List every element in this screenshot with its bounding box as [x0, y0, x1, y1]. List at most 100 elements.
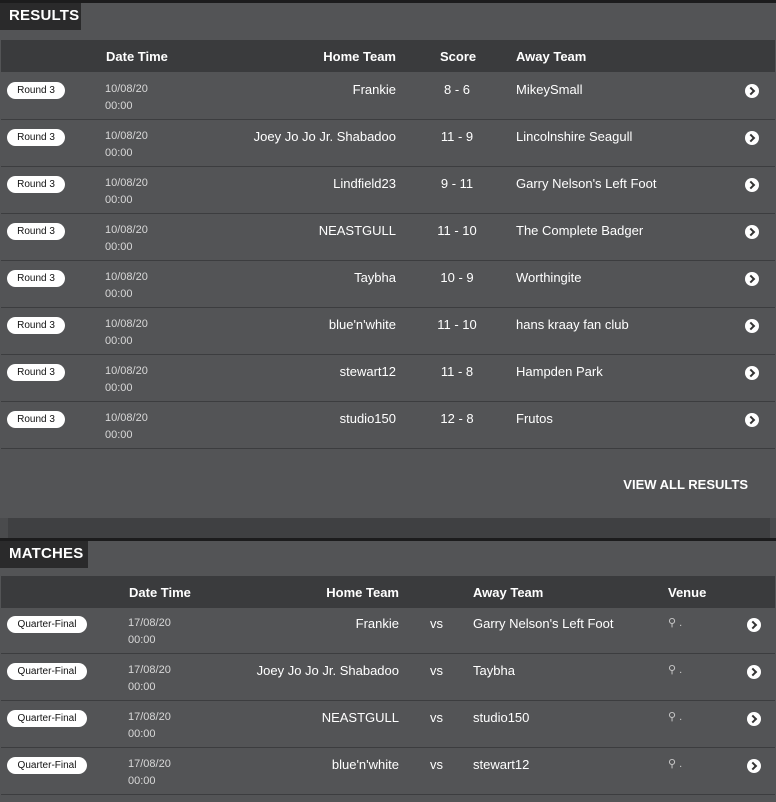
match-datetime: 10/08/20 00:00	[105, 128, 148, 162]
header-date-time: Date Time	[106, 49, 168, 64]
chevron-right-circle-icon[interactable]	[747, 665, 761, 679]
chevron-right-circle-icon[interactable]	[745, 413, 759, 427]
result-row[interactable]: Round 3 10/08/20 00:00 stewart12 11 - 8 …	[1, 356, 775, 402]
header-date-time: Date Time	[129, 585, 191, 600]
venue-cell: ⚲ .	[668, 757, 682, 770]
round-badge: Round 3	[7, 82, 65, 99]
header-away-team: Away Team	[516, 49, 587, 64]
score: 11 - 8	[440, 364, 474, 379]
result-row[interactable]: Round 3 10/08/20 00:00 Joey Jo Jo Jr. Sh…	[1, 121, 775, 167]
home-team: Taybha	[354, 270, 396, 285]
map-pin-icon: ⚲	[668, 711, 677, 723]
map-pin-icon: ⚲	[668, 617, 677, 629]
score: 11 - 9	[440, 129, 474, 144]
round-badge: Quarter-Final	[7, 663, 87, 680]
away-team: hans kraay fan club	[516, 317, 629, 332]
match-date: 17/08/20	[128, 758, 171, 770]
away-team: Garry Nelson's Left Foot	[473, 616, 614, 631]
match-date: 17/08/20	[128, 664, 171, 676]
home-team: blue'n'white	[328, 317, 396, 332]
chevron-right-circle-icon[interactable]	[745, 131, 759, 145]
venue-name: .	[679, 711, 683, 723]
match-row[interactable]: Quarter-Final 17/08/20 00:00 Frankie vs …	[1, 608, 775, 654]
header-venue: Venue	[668, 585, 707, 600]
vs-label: vs	[430, 616, 443, 631]
score: 12 - 8	[440, 411, 474, 426]
round-badge: Quarter-Final	[7, 757, 87, 774]
match-time: 00:00	[105, 382, 133, 394]
match-time: 00:00	[105, 241, 133, 253]
away-team: Worthingite	[516, 270, 582, 285]
match-date: 10/08/20	[105, 83, 148, 95]
match-datetime: 10/08/20 00:00	[105, 175, 148, 209]
match-date: 10/08/20	[105, 224, 148, 236]
match-time: 00:00	[105, 429, 133, 441]
away-team: Hampden Park	[516, 364, 603, 379]
chevron-right-circle-icon[interactable]	[747, 712, 761, 726]
venue-name: .	[679, 758, 683, 770]
match-datetime: 10/08/20 00:00	[105, 269, 148, 303]
home-team: NEASTGULL	[318, 223, 396, 238]
home-team: Joey Jo Jo Jr. Shabadoo	[256, 663, 399, 678]
home-team: stewart12	[339, 364, 396, 379]
round-badge: Round 3	[7, 270, 65, 287]
score: 11 - 10	[437, 317, 477, 332]
venue-name: .	[679, 664, 683, 676]
map-pin-icon: ⚲	[668, 758, 677, 770]
match-row[interactable]: Quarter-Final 17/08/20 00:00 NEASTGULL v…	[1, 702, 775, 748]
venue-cell: ⚲ .	[668, 616, 682, 629]
chevron-right-circle-icon[interactable]	[747, 618, 761, 632]
match-time: 00:00	[128, 775, 156, 787]
round-badge: Round 3	[7, 176, 65, 193]
result-row[interactable]: Round 3 10/08/20 00:00 NEASTGULL 11 - 10…	[1, 215, 775, 261]
match-row[interactable]: Quarter-Final 17/08/20 00:00 blue'n'whit…	[1, 749, 775, 795]
home-team: Joey Jo Jo Jr. Shabadoo	[253, 129, 396, 144]
view-all-results-link[interactable]: VIEW ALL RESULTS	[623, 477, 748, 492]
chevron-right-circle-icon[interactable]	[745, 178, 759, 192]
match-date: 10/08/20	[105, 412, 148, 424]
result-row[interactable]: Round 3 10/08/20 00:00 Taybha 10 - 9 Wor…	[1, 262, 775, 308]
match-row[interactable]: Quarter-Final 17/08/20 00:00 Joey Jo Jo …	[1, 655, 775, 701]
chevron-right-circle-icon[interactable]	[745, 225, 759, 239]
match-date: 10/08/20	[105, 177, 148, 189]
chevron-right-circle-icon[interactable]	[747, 759, 761, 773]
map-pin-icon: ⚲	[668, 664, 677, 676]
round-badge: Quarter-Final	[7, 710, 87, 727]
chevron-right-circle-icon[interactable]	[745, 366, 759, 380]
panel-divider	[0, 518, 776, 538]
score: 10 - 9	[440, 270, 474, 285]
match-date: 17/08/20	[128, 711, 171, 723]
away-team: Frutos	[516, 411, 553, 426]
vs-label: vs	[430, 710, 443, 725]
away-team: The Complete Badger	[516, 223, 644, 238]
match-datetime: 17/08/20 00:00	[128, 615, 171, 649]
chevron-right-circle-icon[interactable]	[745, 272, 759, 286]
match-time: 00:00	[105, 335, 133, 347]
round-badge: Round 3	[7, 223, 65, 240]
match-time: 00:00	[105, 147, 133, 159]
home-team: Lindfield23	[333, 176, 396, 191]
score: 8 - 6	[443, 82, 470, 97]
match-date: 10/08/20	[105, 271, 148, 283]
match-time: 00:00	[105, 100, 133, 112]
match-datetime: 10/08/20 00:00	[105, 81, 148, 115]
match-date: 10/08/20	[105, 318, 148, 330]
match-time: 00:00	[128, 634, 156, 646]
chevron-right-circle-icon[interactable]	[745, 84, 759, 98]
match-time: 00:00	[128, 681, 156, 693]
match-time: 00:00	[105, 288, 133, 300]
result-row[interactable]: Round 3 10/08/20 00:00 studio150 12 - 8 …	[1, 403, 775, 449]
home-team: blue'n'white	[331, 757, 399, 772]
result-row[interactable]: Round 3 10/08/20 00:00 blue'n'white 11 -…	[1, 309, 775, 355]
away-team: studio150	[473, 710, 530, 725]
header-home-team: Home Team	[323, 49, 396, 64]
match-datetime: 10/08/20 00:00	[105, 222, 148, 256]
result-row[interactable]: Round 3 10/08/20 00:00 Lindfield23 9 - 1…	[1, 168, 775, 214]
chevron-right-circle-icon[interactable]	[745, 319, 759, 333]
score: 11 - 10	[437, 223, 477, 238]
matches-title: MATCHES	[0, 541, 88, 568]
home-team: Frankie	[352, 82, 396, 97]
match-datetime: 10/08/20 00:00	[105, 316, 148, 350]
result-row[interactable]: Round 3 10/08/20 00:00 Frankie 8 - 6 Mik…	[1, 74, 775, 120]
vs-label: vs	[430, 757, 443, 772]
